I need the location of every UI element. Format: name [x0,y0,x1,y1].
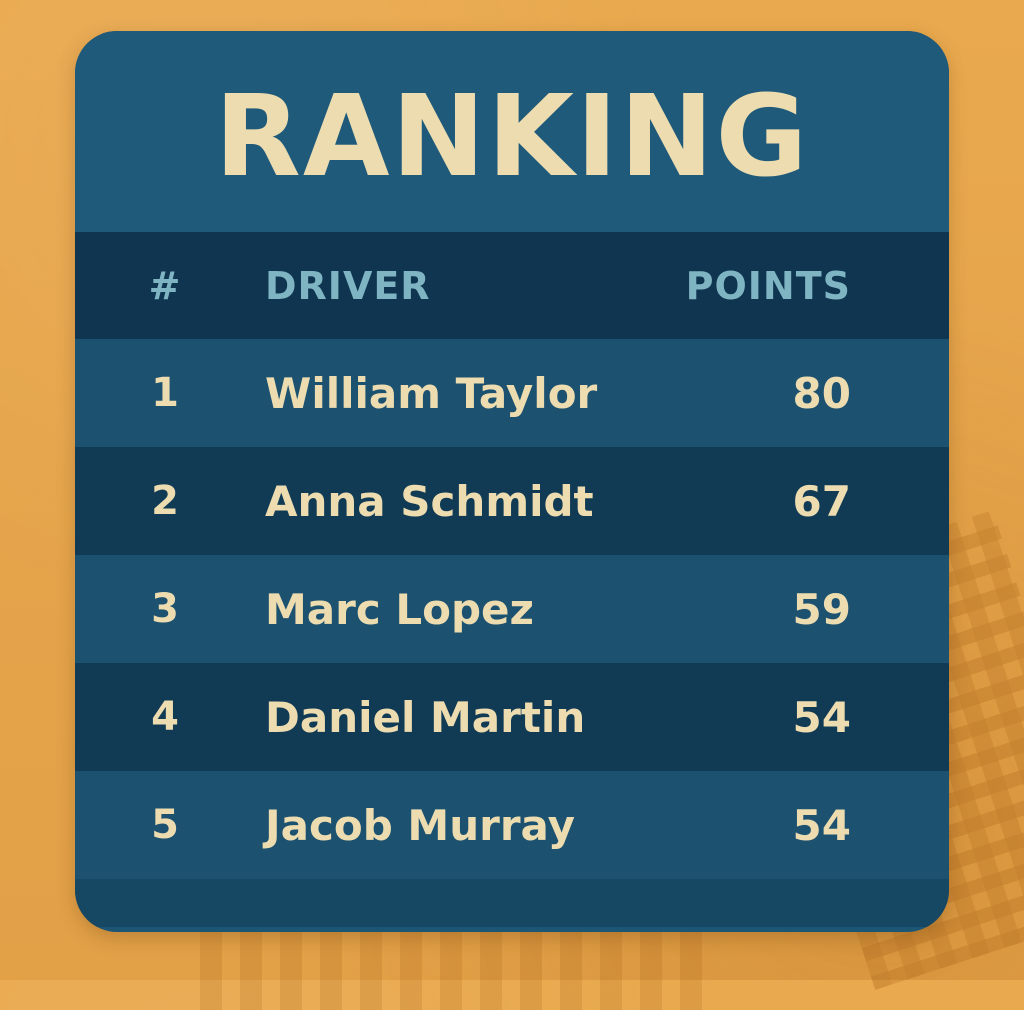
rank-cell: 2 [151,478,179,524]
rank-column-header: # [148,263,182,308]
rank-cell: 5 [151,802,179,848]
points-cell: 59 [792,584,851,634]
driver-cell: Jacob Murray [265,800,575,850]
points-column-header: POINTS [685,263,851,308]
rank-cell: 1 [151,370,179,416]
ranking-card: RANKING # DRIVER POINTS 1 William Taylor… [75,31,949,932]
driver-cell: Anna Schmidt [265,476,594,526]
rank-cell: 3 [151,586,179,632]
driver-cell: William Taylor [265,368,598,418]
driver-cell: Marc Lopez [265,584,534,634]
rank-cell: 4 [151,694,179,740]
title-area: RANKING [75,31,949,232]
table-row: 1 William Taylor 80 [75,339,949,447]
card-footer-strip [75,879,949,927]
points-cell: 80 [792,368,851,418]
points-cell: 54 [792,800,851,850]
table-row: 5 Jacob Murray 54 [75,771,949,879]
driver-cell: Daniel Martin [265,692,586,742]
driver-column-header: DRIVER [265,263,431,308]
tire-track-decoration-bottom [200,920,720,1010]
ranking-title: RANKING [214,71,810,202]
table-row: 2 Anna Schmidt 67 [75,447,949,555]
table-row: 4 Daniel Martin 54 [75,663,949,771]
points-cell: 54 [792,692,851,742]
points-cell: 67 [792,476,851,526]
table-row: 3 Marc Lopez 59 [75,555,949,663]
table-header: # DRIVER POINTS [75,232,949,339]
